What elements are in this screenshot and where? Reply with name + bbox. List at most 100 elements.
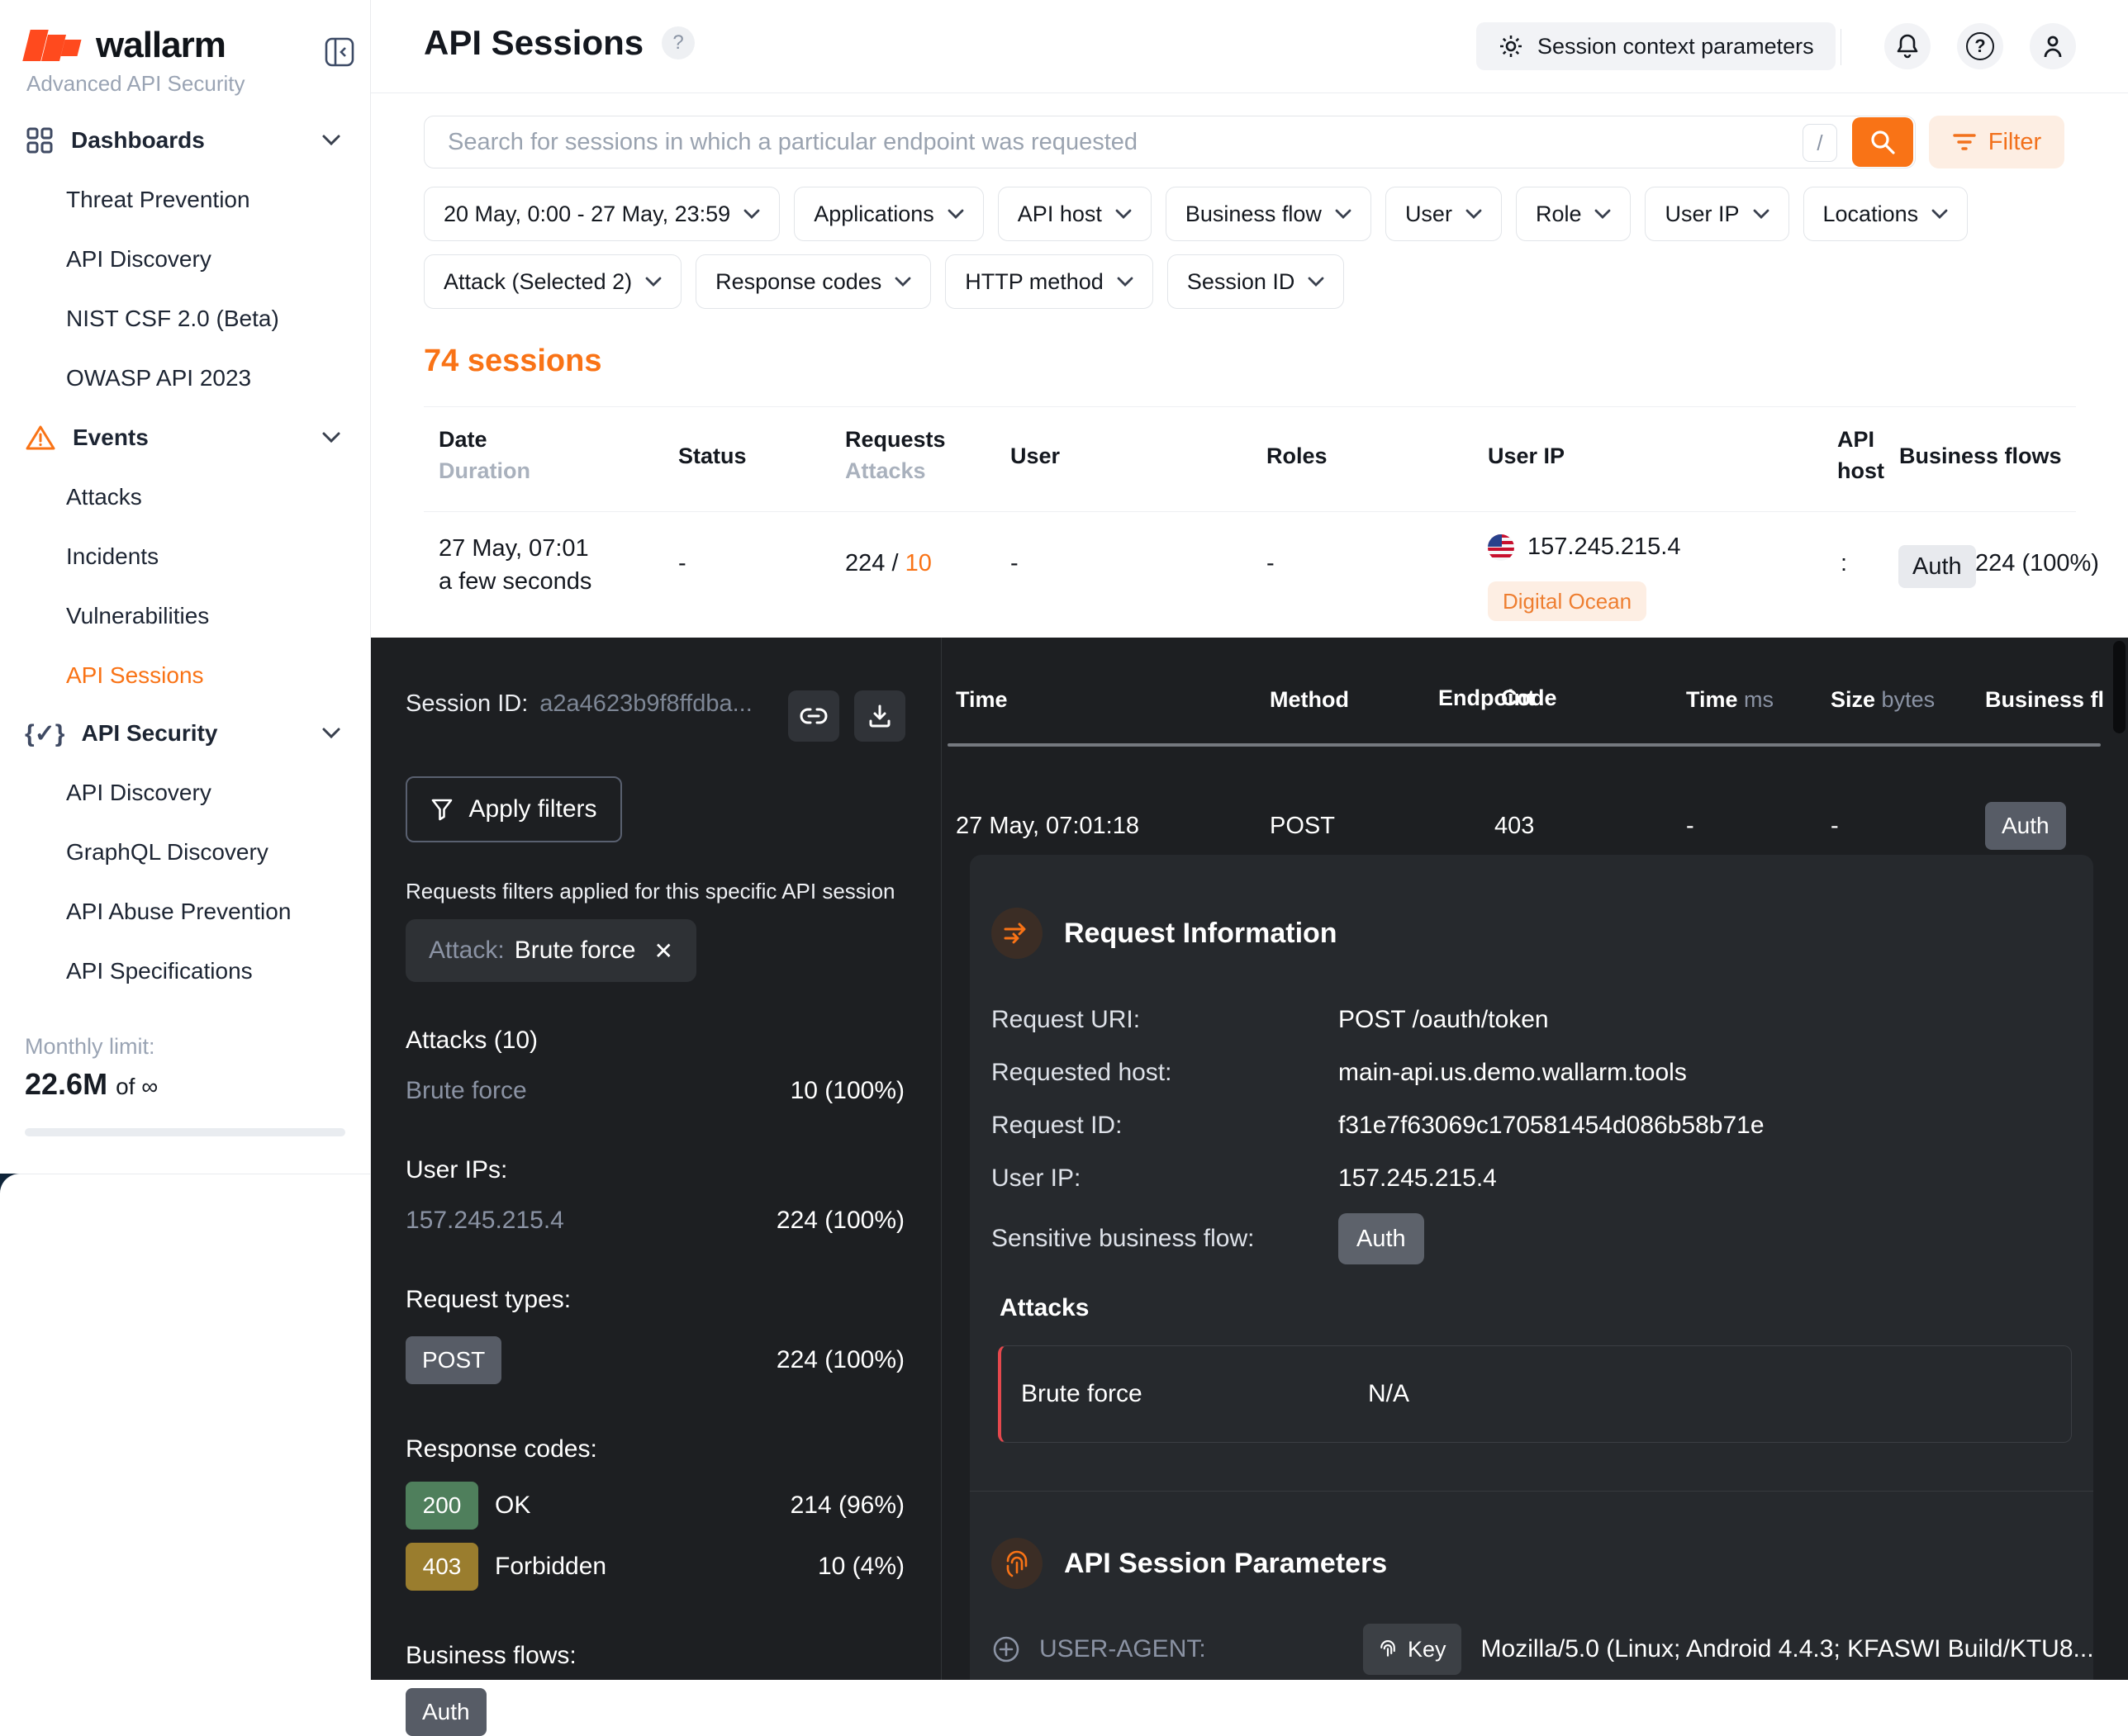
key-badge[interactable]: Key — [1363, 1624, 1461, 1675]
sidebar-item-dashboards[interactable]: Dashboards — [0, 111, 371, 170]
row-user-ip: 157.245.215.4 — [1488, 534, 1680, 561]
request-id: f31e7f63069c170581454d086b58b71e — [1338, 1112, 1765, 1140]
monthly-limit-progressbar — [25, 1128, 345, 1136]
sidebar-collapse-icon[interactable] — [324, 36, 355, 68]
download-button[interactable] — [854, 690, 905, 742]
filter-chip-role[interactable]: Role — [1516, 187, 1632, 241]
filter-chip-date-range[interactable]: 20 May, 0:00 - 27 May, 23:59 — [424, 187, 780, 241]
horizontal-scrollbar[interactable] — [948, 743, 2101, 747]
filter-chip-attack[interactable]: Attack (Selected 2) — [424, 254, 682, 309]
vertical-scrollbar[interactable] — [2113, 641, 2126, 733]
filter-label: Filter — [1988, 129, 2041, 156]
brand: wallarm — [25, 25, 226, 66]
search-icon — [1869, 128, 1897, 156]
sidebar-item-api-discovery-dash[interactable]: API Discovery — [0, 230, 371, 289]
field-label: Requested host: — [991, 1059, 1338, 1087]
sidebar-item-api-security[interactable]: {✓} API Security — [0, 704, 371, 763]
brand-name: wallarm — [96, 25, 226, 66]
main-content: API Sessions ? Session context parameter… — [371, 0, 2128, 638]
applied-filter-chip[interactable]: Attack: Brute force ✕ — [406, 919, 696, 982]
col-roles: Roles — [1266, 443, 1328, 469]
sidebar-item-api-discovery[interactable]: API Discovery — [0, 763, 371, 823]
attack-card[interactable]: Brute force N/A — [998, 1345, 2072, 1443]
title-help-icon[interactable]: ? — [662, 26, 695, 59]
filter-chip-http-method[interactable]: HTTP method — [945, 254, 1153, 309]
attack-name: Brute force — [1021, 1380, 1368, 1408]
ip-provider-badge: Digital Ocean — [1488, 581, 1646, 621]
user-menu-button[interactable] — [2030, 23, 2076, 69]
session-context-parameters-button[interactable]: Session context parameters — [1476, 22, 1836, 70]
sidebar-item-threat-prevention[interactable]: Threat Prevention — [0, 170, 371, 230]
chevron-down-icon — [1335, 209, 1351, 220]
sidebar-item-events[interactable]: Events — [0, 408, 371, 467]
copy-link-button[interactable] — [788, 690, 839, 742]
chevron-down-icon — [321, 134, 341, 147]
request-information-header: Request Information — [991, 908, 2060, 959]
sidebar-item-owasp-api[interactable]: OWASP API 2023 — [0, 349, 371, 408]
sidebar: wallarm Advanced API Security Dashboards… — [0, 0, 371, 1174]
sidebar-item-graphql-discovery[interactable]: GraphQL Discovery — [0, 823, 371, 882]
sidebar-item-api-sessions[interactable]: API Sessions — [0, 646, 371, 705]
plus-circle-icon[interactable] — [991, 1634, 1021, 1664]
help-button[interactable]: ? — [1957, 23, 2003, 69]
page-header: API Sessions ? Session context parameter… — [371, 0, 2128, 93]
chevron-down-icon — [321, 431, 341, 444]
card-title: API Session Parameters — [1064, 1548, 1387, 1580]
flow-badge: Auth — [1985, 802, 2066, 850]
sensitive-flow-badge: Auth — [1338, 1213, 1424, 1264]
request-time: 27 May, 07:01:18 — [956, 813, 1270, 840]
col-attacks: Attacks — [845, 458, 926, 484]
download-icon — [867, 704, 892, 728]
row-attacks-count: 10 — [905, 550, 932, 576]
field-label: Request URI: — [991, 1006, 1338, 1034]
sessions-count: 74 sessions — [424, 344, 601, 379]
request-info-fields: Request URI:POST /oauth/token Requested … — [991, 1002, 2060, 1264]
apply-filters-button[interactable]: Apply filters — [406, 776, 622, 842]
card-title: Request Information — [1064, 918, 1337, 950]
col-duration: Duration — [439, 458, 530, 484]
chevron-down-icon — [743, 209, 760, 220]
sidebar-item-vulnerabilities[interactable]: Vulnerabilities — [0, 586, 371, 646]
session-parameters-list: USER-AGENT: Key Mozilla/5.0 (Linux; Andr… — [991, 1624, 2060, 1680]
filter-icon — [1952, 131, 1977, 153]
filter-chip-locations[interactable]: Locations — [1803, 187, 1969, 241]
session-summary-panel: Session ID: a2a4623b9f8ffdba... Apply fi… — [371, 638, 942, 1680]
session-context-parameters-label: Session context parameters — [1537, 34, 1814, 59]
request-type-row: POST 224 (100%) — [406, 1336, 905, 1384]
filter-button[interactable]: Filter — [1929, 116, 2064, 168]
notifications-button[interactable] — [1884, 23, 1931, 69]
sidebar-item-incidents[interactable]: Incidents — [0, 527, 371, 586]
sidebar-item-attacks[interactable]: Attacks — [0, 467, 371, 527]
api-session-parameters-header: API Session Parameters — [991, 1538, 2060, 1589]
row-status: - — [678, 550, 686, 577]
sidebar-item-api-abuse-prevention[interactable]: API Abuse Prevention — [0, 882, 371, 942]
filter-chip-user-ip[interactable]: User IP — [1645, 187, 1788, 241]
request-arrows-icon — [991, 908, 1043, 959]
close-icon[interactable]: ✕ — [653, 937, 672, 965]
monthly-limit-label: Monthly limit: — [25, 1034, 155, 1060]
session-row[interactable]: 27 May, 07:01 a few seconds - 224 / 10 -… — [424, 512, 2076, 638]
col-size: Size bytes — [1831, 687, 1985, 713]
col-date: Date — [439, 427, 487, 453]
field-label: Request ID: — [991, 1112, 1338, 1140]
sidebar-lower-panel — [0, 1174, 371, 1680]
filter-chip-business-flow[interactable]: Business flow — [1166, 187, 1371, 241]
col-api-host: API — [1837, 427, 1874, 453]
sidebar-item-nist-csf[interactable]: NIST CSF 2.0 (Beta) — [0, 289, 371, 349]
search-placeholder: Search for sessions in which a particula… — [448, 129, 1138, 156]
session-search-input[interactable]: Search for sessions in which a particula… — [424, 116, 1916, 168]
app-root: wallarm Advanced API Security Dashboards… — [0, 0, 2128, 1680]
request-method: POST — [1270, 813, 1438, 840]
braces-check-icon: {✓} — [25, 719, 65, 748]
filter-chip-session-id[interactable]: Session ID — [1167, 254, 1345, 309]
request-row[interactable]: 27 May, 07:01:18 POST 403 - - Auth — [956, 799, 2128, 852]
row-flow-count: 224 (100%) — [1975, 550, 2099, 577]
col-business-flow: Business fl — [1985, 687, 2128, 713]
filter-chip-applications[interactable]: Applications — [794, 187, 984, 241]
search-button[interactable] — [1852, 117, 1913, 167]
filter-chip-response-codes[interactable]: Response codes — [696, 254, 931, 309]
col-user: User — [1010, 443, 1060, 469]
filter-chip-api-host[interactable]: API host — [998, 187, 1152, 241]
sidebar-item-api-specifications[interactable]: API Specifications — [0, 942, 371, 1001]
filter-chip-user[interactable]: User — [1385, 187, 1502, 241]
